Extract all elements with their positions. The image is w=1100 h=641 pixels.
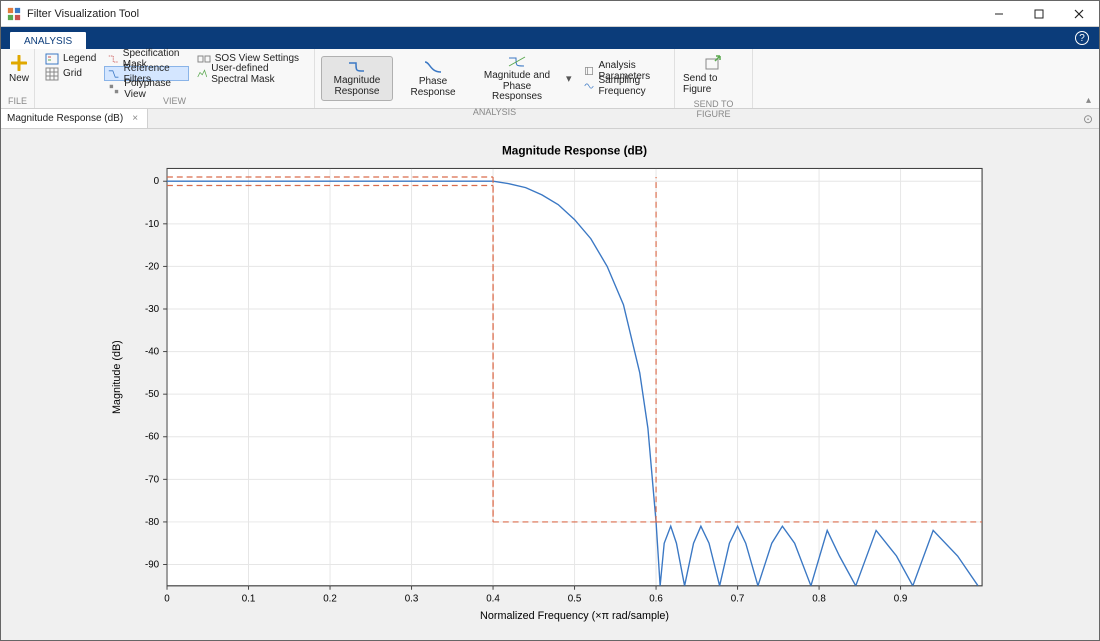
- svg-text:-20: -20: [145, 261, 160, 272]
- svg-text:0: 0: [154, 176, 160, 187]
- toolstrip-tabs: ANALYSIS ?: [1, 27, 1099, 49]
- svg-text:0.5: 0.5: [568, 594, 582, 605]
- svg-text:0.7: 0.7: [731, 594, 745, 605]
- freq-icon: [584, 79, 594, 93]
- ref-filter-icon: [108, 67, 119, 81]
- legend-icon: [45, 52, 59, 66]
- chart[interactable]: Magnitude Response (dB) 0 0.1 0.2 0.3 0.4 0.5 0…: [15, 139, 1085, 630]
- svg-text:Magnitude Response (dB): Magnitude Response (dB): [502, 145, 647, 158]
- group-label-send: SEND TO FIGURE: [681, 99, 746, 111]
- svg-text:-40: -40: [145, 347, 160, 358]
- svg-text:-10: -10: [145, 219, 160, 230]
- grid-button[interactable]: Grid: [41, 66, 100, 81]
- tab-options-icon[interactable]: ⊙: [1083, 112, 1093, 126]
- group-label-analysis: ANALYSIS: [321, 107, 668, 117]
- svg-text:Magnitude (dB): Magnitude (dB): [111, 340, 123, 414]
- user-mask-button[interactable]: User-defined Spectral Mask: [193, 66, 308, 81]
- phase-response-button[interactable]: Phase Response: [397, 56, 469, 102]
- magnitude-response-button[interactable]: Magnitude Response: [321, 56, 393, 101]
- svg-text:0.8: 0.8: [812, 594, 826, 605]
- svg-text:-60: -60: [145, 432, 160, 443]
- window-title: Filter Visualization Tool: [27, 8, 139, 20]
- tab-analysis[interactable]: ANALYSIS: [9, 31, 87, 50]
- app-icon: [7, 7, 21, 21]
- phase-icon: [424, 60, 442, 74]
- svg-text:-50: -50: [145, 389, 160, 400]
- minimize-ribbon-icon[interactable]: ▴: [1086, 95, 1091, 106]
- mag-phase-button[interactable]: Magnitude and Phase Responses: [473, 51, 561, 107]
- magnitude-icon: [348, 60, 366, 74]
- mask-icon: [108, 52, 118, 66]
- send-icon: [705, 55, 723, 71]
- polyphase-button[interactable]: Polyphase View: [104, 81, 188, 96]
- polyphase-icon: [108, 82, 120, 96]
- svg-text:-30: -30: [145, 304, 160, 315]
- svg-text:0.1: 0.1: [242, 594, 256, 605]
- plus-icon: [11, 55, 27, 71]
- help-icon[interactable]: ?: [1075, 31, 1089, 45]
- svg-text:-70: -70: [145, 474, 160, 485]
- doc-tab-magnitude[interactable]: Magnitude Response (dB) ×: [1, 109, 148, 128]
- grid-icon: [45, 67, 59, 81]
- group-label-view: VIEW: [41, 96, 308, 108]
- user-mask-icon: [197, 67, 208, 81]
- mag-phase-icon: [508, 55, 526, 69]
- minimize-button[interactable]: [979, 1, 1019, 27]
- svg-text:-90: -90: [145, 559, 160, 570]
- svg-text:Normalized Frequency (×π rad/: Normalized Frequency (×π rad/sample): [480, 610, 669, 622]
- svg-text:0.6: 0.6: [649, 594, 663, 605]
- svg-text:0.2: 0.2: [323, 594, 337, 605]
- send-to-figure-button[interactable]: Send to Figure: [681, 51, 746, 99]
- params-icon: [584, 64, 594, 78]
- sos-icon: [197, 52, 211, 66]
- maximize-button[interactable]: [1019, 1, 1059, 27]
- new-label: New: [9, 73, 29, 84]
- new-button[interactable]: New: [7, 51, 31, 88]
- legend-button[interactable]: Legend: [41, 51, 100, 66]
- svg-text:0: 0: [164, 594, 170, 605]
- close-button[interactable]: [1059, 1, 1099, 27]
- ribbon: New FILE Legend Grid: [1, 49, 1099, 109]
- close-tab-icon[interactable]: ×: [129, 113, 141, 125]
- plot-area: Magnitude Response (dB) 0 0.1 0.2 0.3 0.4 0.5 0…: [1, 129, 1099, 640]
- doc-tab-label: Magnitude Response (dB): [7, 113, 123, 124]
- svg-text:-80: -80: [145, 517, 160, 528]
- svg-text:0.9: 0.9: [894, 594, 908, 605]
- group-label-file: FILE: [7, 96, 28, 108]
- title-bar: Filter Visualization Tool: [1, 1, 1099, 27]
- analysis-dropdown[interactable]: ▾: [565, 72, 572, 85]
- svg-text:0.4: 0.4: [486, 594, 500, 605]
- sampling-freq-button[interactable]: Sampling Frequency: [580, 79, 668, 94]
- svg-text:0.3: 0.3: [405, 594, 419, 605]
